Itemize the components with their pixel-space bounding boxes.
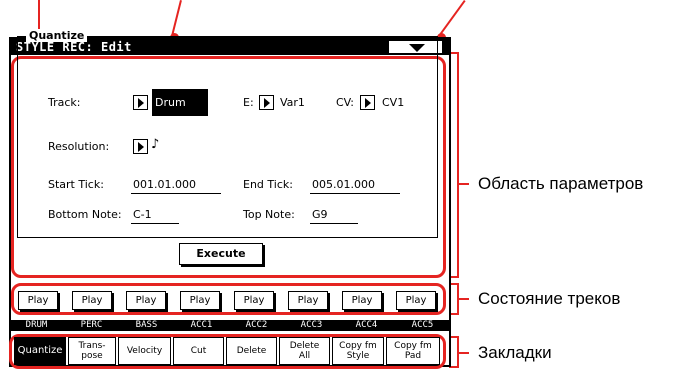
bracket-params-tick	[457, 183, 469, 185]
cv-selector-arrow-icon[interactable]	[360, 95, 375, 110]
bracket-params	[457, 52, 459, 278]
play-button-drum[interactable]: Play	[18, 291, 58, 310]
resolution-selector-arrow-icon[interactable]	[133, 139, 148, 154]
top-note-value[interactable]: G9	[312, 208, 328, 221]
tab-quantize[interactable]: Quantize	[14, 337, 66, 365]
track-selector-arrow-icon[interactable]	[133, 95, 148, 110]
play-button-bass[interactable]: Play	[126, 291, 166, 310]
tab-velocity-label: Velocity	[126, 346, 163, 356]
track-name-acc5: ACC5	[411, 320, 434, 330]
tab-delete-label: Delete	[236, 346, 267, 356]
tab-delete[interactable]: Delete	[226, 337, 277, 365]
tab-velocity[interactable]: Velocity	[118, 337, 171, 365]
tab-transpose-line2: pose	[81, 351, 103, 361]
track-name-drum: DRUM	[25, 320, 48, 330]
quantize-group-title: Quantize	[26, 29, 88, 42]
track-names-bar: DRUM PERC BASS ACC1 ACC2 ACC3 ACC4 ACC5	[9, 320, 451, 331]
track-name-bass: BASS	[135, 320, 158, 330]
track-name-acc1: ACC1	[190, 320, 213, 330]
tab-transpose[interactable]: Trans-pose	[68, 337, 116, 365]
track-value-text: Drum	[155, 96, 186, 109]
tab-cut-label: Cut	[190, 346, 207, 356]
tab-copy-style-line1: Copy fm	[339, 341, 377, 351]
tab-quantize-label: Quantize	[17, 345, 63, 356]
e-label: E:	[243, 96, 254, 109]
e-selector-arrow-icon[interactable]	[259, 95, 274, 110]
play-button-acc4[interactable]: Play	[342, 291, 382, 310]
track-name-acc4: ACC4	[355, 320, 378, 330]
tab-copy-pad-line2: Pad	[404, 351, 422, 361]
bottom-note-underline	[131, 223, 179, 224]
annotation-tabs: Закладки	[478, 343, 552, 362]
execute-button[interactable]: Execute	[179, 243, 263, 265]
tab-cut[interactable]: Cut	[173, 337, 224, 365]
cv-label: CV:	[336, 96, 355, 109]
play-button-acc5[interactable]: Play	[396, 291, 436, 310]
end-tick-value[interactable]: 005.01.000	[312, 178, 375, 191]
cv-value[interactable]: CV1	[382, 96, 404, 109]
track-name-acc2: ACC2	[245, 320, 268, 330]
play-button-acc2[interactable]: Play	[234, 291, 274, 310]
start-tick-underline	[131, 193, 221, 194]
play-button-acc1[interactable]: Play	[180, 291, 220, 310]
bracket-tabs-tick	[457, 352, 469, 354]
track-name-perc: PERC	[80, 320, 103, 330]
e-value[interactable]: Var1	[280, 96, 305, 109]
top-note-underline	[310, 223, 358, 224]
bottom-note-label: Bottom Note:	[48, 208, 122, 221]
annotation-params-area: Область параметров	[478, 174, 644, 193]
end-tick-underline	[310, 193, 400, 194]
play-button-perc[interactable]: Play	[72, 291, 112, 310]
tab-copy-from-style[interactable]: Copy fm Style	[332, 337, 384, 365]
annotation-track-status: Состояние треков	[478, 289, 621, 308]
bracket-status-tick	[457, 298, 469, 300]
start-tick-value[interactable]: 001.01.000	[133, 178, 196, 191]
tab-copy-pad-line1: Copy fm	[394, 341, 432, 351]
track-name-acc3: ACC3	[300, 320, 323, 330]
resolution-note-icon[interactable]: ♪	[151, 138, 159, 151]
track-label: Track:	[48, 96, 81, 109]
tab-copy-from-pad[interactable]: Copy fm Pad	[386, 337, 440, 365]
tab-transpose-line1: Trans-	[78, 341, 106, 351]
end-tick-label: End Tick:	[243, 178, 293, 191]
start-tick-label: Start Tick:	[48, 178, 104, 191]
resolution-label: Resolution:	[48, 140, 110, 153]
bottom-note-value[interactable]: C-1	[133, 208, 152, 221]
callout-line-menu	[439, 0, 466, 36]
tab-delete-all-line2: All	[298, 351, 311, 361]
tab-delete-all-line1: Delete	[289, 341, 320, 351]
tab-copy-style-line2: Style	[346, 351, 370, 361]
top-note-label: Top Note:	[243, 208, 295, 221]
tab-delete-all[interactable]: Delete All	[279, 337, 330, 365]
track-value[interactable]: Drum	[152, 89, 208, 116]
play-button-acc3[interactable]: Play	[288, 291, 328, 310]
